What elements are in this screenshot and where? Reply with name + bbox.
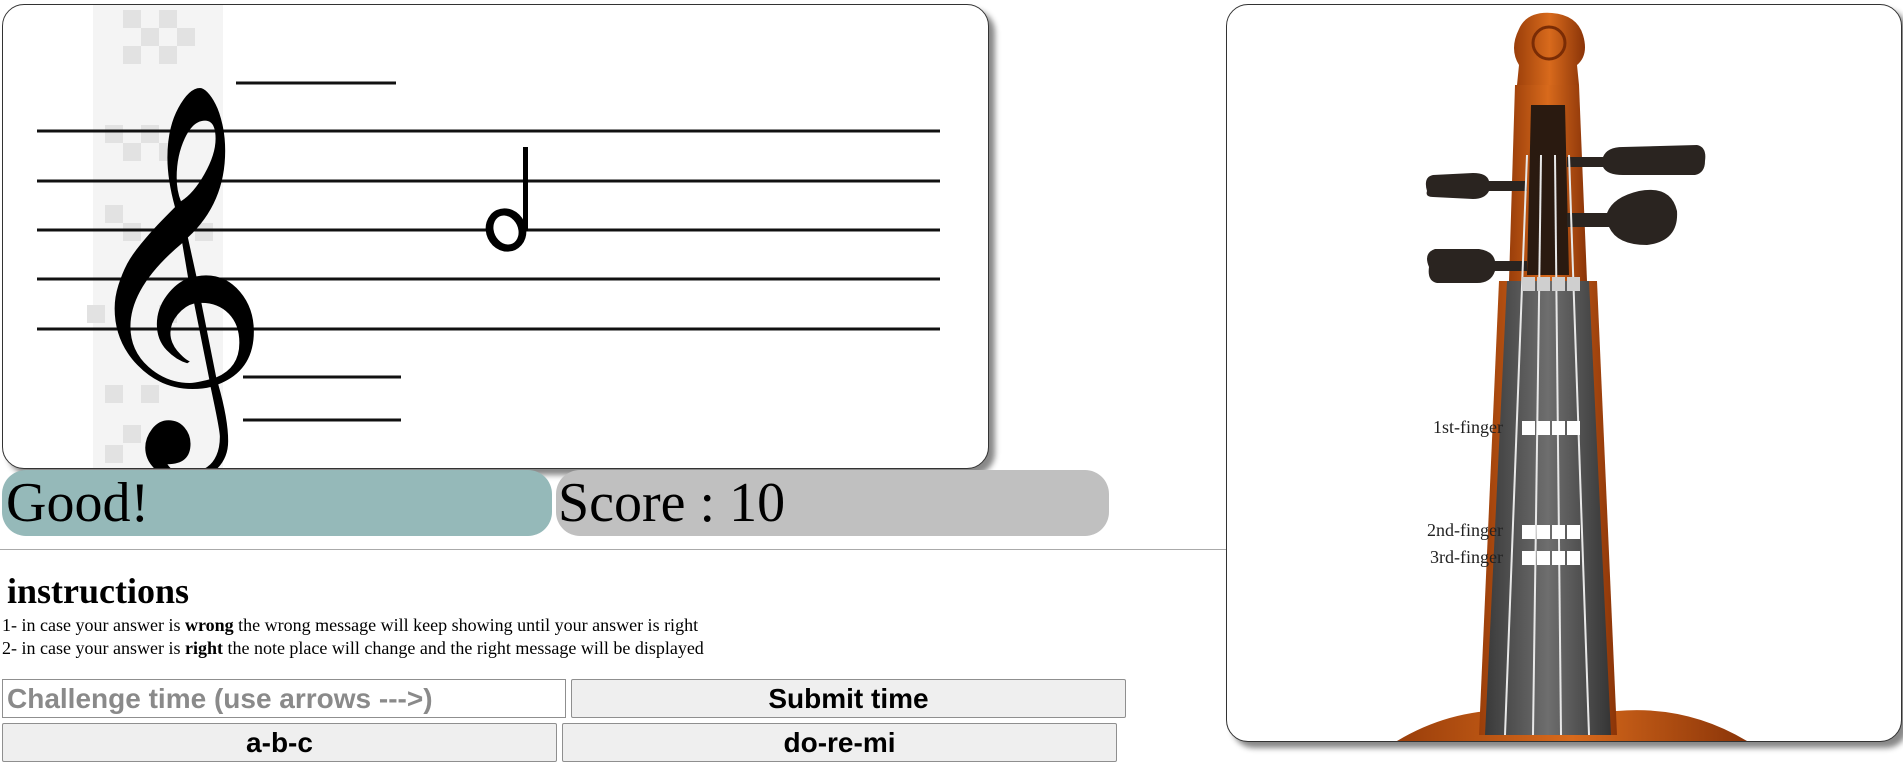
submit-time-button[interactable]: Submit time <box>571 679 1126 718</box>
doremi-notation-button[interactable]: do-re-mi <box>562 723 1117 762</box>
finger-label-2: 2nd-finger <box>1427 520 1503 540</box>
abc-notation-button[interactable]: a-b-c <box>2 723 557 762</box>
instruction-line-1: 1- in case your answer is wrong the wron… <box>2 614 698 636</box>
challenge-time-input[interactable] <box>2 679 566 718</box>
finger-label-3: 3rd-finger <box>1430 547 1503 567</box>
half-note-icon <box>485 147 528 252</box>
instruction-1-keyword: wrong <box>184 615 234 635</box>
staff-svg: 𝄞 <box>37 5 940 468</box>
divider <box>0 549 1226 550</box>
violin-neck-svg: 1st-finger 2nd-finger 3rd-finger <box>1397 12 1747 741</box>
violin-scroll <box>1509 12 1587 281</box>
finger-label-1: 1st-finger <box>1433 417 1503 437</box>
instruction-2-suffix: the note place will change and the right… <box>222 638 704 658</box>
instruction-line-2: 2- in case your answer is right the note… <box>2 637 704 659</box>
staff-panel: 𝄞 <box>2 4 989 469</box>
instruction-1-suffix: the wrong message will keep showing unti… <box>233 615 699 635</box>
treble-clef-icon: 𝄞 <box>75 79 270 468</box>
score-display: Score : 10 <box>556 470 1109 536</box>
instruction-2-keyword: right <box>184 638 223 658</box>
violin-panel: 1st-finger 2nd-finger 3rd-finger <box>1226 4 1902 742</box>
fingerboard <box>1485 281 1611 735</box>
instruction-1-prefix: 1- in case your answer is <box>2 615 185 635</box>
result-message: Good! <box>2 470 552 536</box>
instructions-title: instructions <box>7 571 190 611</box>
instruction-2-prefix: 2- in case your answer is <box>2 638 185 658</box>
